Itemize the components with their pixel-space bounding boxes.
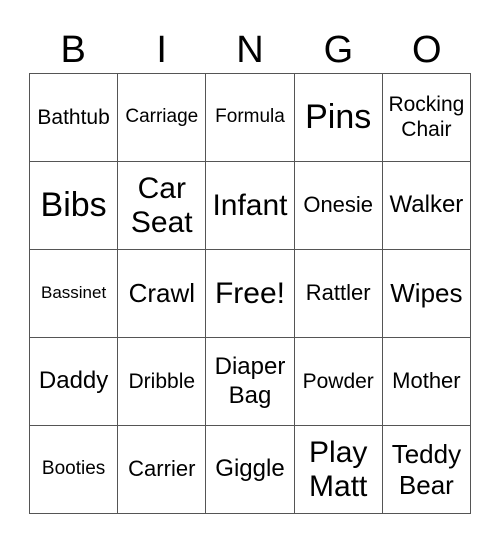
header-letter-i: I (156, 29, 167, 71)
bingo-cell[interactable]: Bassinet (30, 250, 119, 338)
header-letter-o: O (412, 29, 442, 71)
bingo-cell[interactable]: Rocking Chair (382, 74, 471, 162)
bingo-cell[interactable]: Crawl (118, 250, 207, 338)
bingo-cell[interactable]: Bathtub (30, 74, 119, 162)
bingo-cell[interactable]: Wipes (382, 250, 471, 338)
bingo-cell[interactable]: Carrier (118, 426, 207, 514)
bingo-cell[interactable]: Carriage (118, 74, 207, 162)
free-space-cell[interactable]: Free! (206, 250, 295, 338)
bingo-cell[interactable]: Booties (30, 426, 119, 514)
bingo-cell[interactable]: Walker (382, 162, 471, 250)
header-letter-n: N (236, 29, 264, 71)
header-letter-b: B (60, 29, 86, 71)
bingo-cell[interactable]: Infant (206, 162, 295, 250)
bingo-cell[interactable]: Powder (294, 338, 383, 426)
bingo-cell[interactable]: Car Seat (118, 162, 207, 250)
bingo-cell[interactable]: Teddy Bear (382, 426, 471, 514)
bingo-cell[interactable]: Diaper Bag (206, 338, 295, 426)
bingo-cell[interactable]: Onesie (294, 162, 383, 250)
bingo-cell[interactable]: Daddy (30, 338, 119, 426)
bingo-cell[interactable]: Play Matt (294, 426, 383, 514)
bingo-cell[interactable]: Mother (382, 338, 471, 426)
bingo-cell[interactable]: Dribble (118, 338, 207, 426)
bingo-cell[interactable]: Rattler (294, 250, 383, 338)
bingo-cell[interactable]: Formula (206, 74, 295, 162)
bingo-header: B I N G O (29, 28, 471, 72)
bingo-cell[interactable]: Giggle (206, 426, 295, 514)
bingo-cell[interactable]: Pins (294, 74, 383, 162)
header-letter-g: G (323, 29, 354, 71)
bingo-grid: Bathtub Carriage Formula Pins Rocking Ch… (29, 73, 471, 514)
bingo-cell[interactable]: Bibs (30, 162, 119, 250)
